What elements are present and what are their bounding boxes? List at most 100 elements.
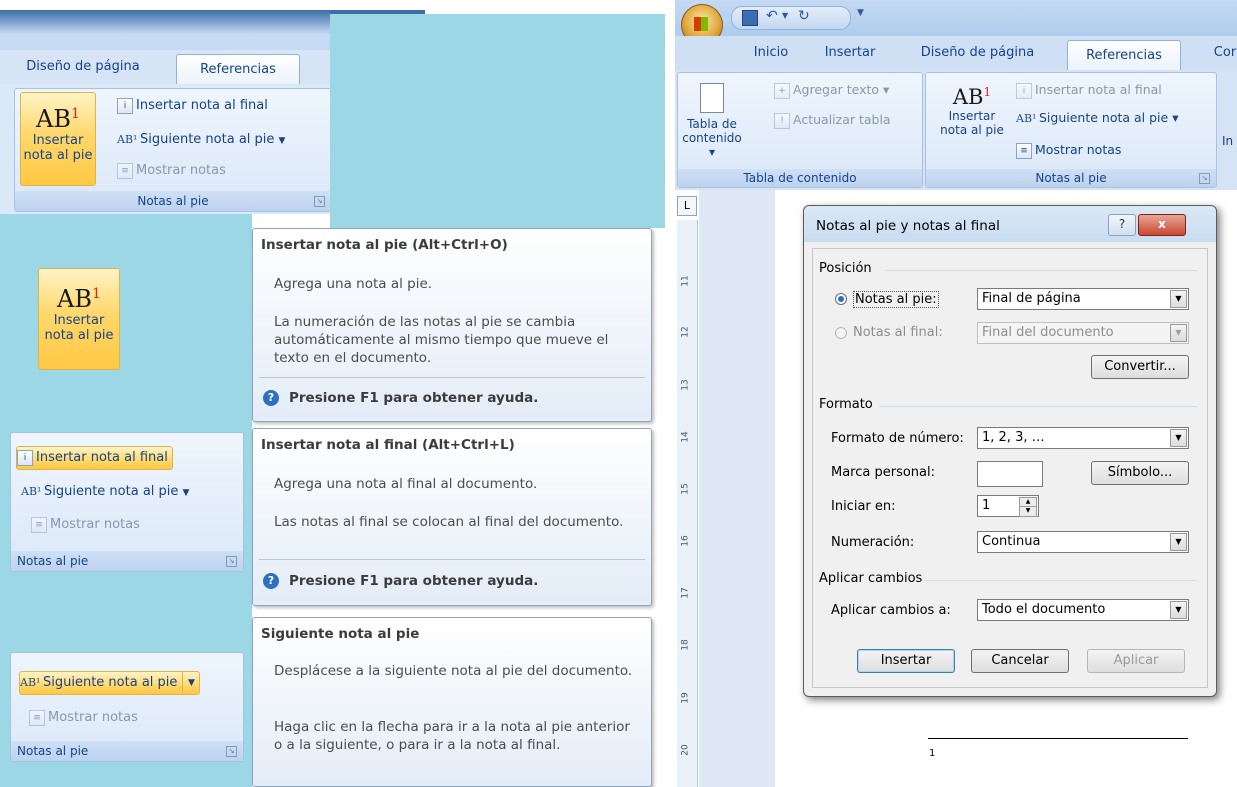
tab-references[interactable]: Referencias [1067, 40, 1181, 72]
show-notes-button[interactable]: ≡ Mostrar notas [29, 707, 138, 729]
help-button[interactable]: ? [1108, 214, 1136, 236]
section-divider [885, 270, 1197, 271]
symbol-button[interactable]: Símbolo... [1091, 461, 1189, 485]
vertical-ruler[interactable]: 11 12 13 14 15 16 17 18 19 20 [677, 220, 698, 787]
tooltip-help: ? Presione F1 para obtener ayuda. [263, 573, 538, 589]
next-footnote-label: Siguiente nota al pie [43, 675, 178, 690]
tab-references[interactable]: Referencias [176, 54, 300, 86]
insert-footnote-button[interactable]: AB1 Insertar nota al pie [932, 77, 1012, 165]
update-table-button[interactable]: ! Actualizar tabla [774, 109, 891, 131]
ruler-number: 13 [680, 379, 691, 391]
save-icon[interactable] [742, 10, 758, 26]
chevron-down-icon[interactable]: ▼ [1170, 601, 1187, 619]
insert-endnote-button[interactable]: i Insertar nota al final [1016, 79, 1162, 101]
add-text-button[interactable]: + Agregar texto ▾ [774, 79, 889, 101]
next-footnote-button[interactable]: AB¹ Siguiente nota al pie ▼ [21, 481, 189, 503]
tab-home[interactable]: Inicio [741, 36, 801, 70]
group-label: Notas al pie [15, 191, 331, 211]
numbering-select[interactable]: Continua ▼ [977, 531, 1189, 553]
dialog-launcher-icon[interactable]: ↘ [226, 556, 237, 567]
chevron-down-icon[interactable]: ▼ [183, 488, 190, 498]
footnotes-label: Notas al pie: [853, 291, 939, 308]
toc-label-2: contenido ▾ [682, 131, 742, 159]
endnotes-radio[interactable] [835, 327, 847, 339]
chevron-down-icon[interactable]: ▼ [1170, 324, 1187, 342]
tooltip-help: ? Presione F1 para obtener ayuda. [263, 390, 538, 406]
next-footnote-button[interactable]: AB¹ Siguiente nota al pie ▼ [19, 671, 201, 695]
dialog-launcher-icon[interactable]: ↘ [226, 746, 237, 757]
tooltip-divider [259, 559, 645, 560]
footnotes-location-select[interactable]: Final de página ▼ [977, 288, 1189, 310]
show-notes-button[interactable]: ≡ Mostrar notas [1016, 139, 1121, 161]
chevron-down-icon[interactable]: ▼ [782, 11, 788, 20]
cancel-button[interactable]: Cancelar [971, 649, 1069, 673]
next-footnote-label: Siguiente nota al pie [140, 132, 275, 147]
left-tab-row: Diseño de página Referencias [0, 50, 330, 86]
show-notes-button[interactable]: ≡ Mostrar notas [31, 514, 140, 536]
undo-icon[interactable]: ↶ [766, 8, 778, 24]
apply-section-label: Aplicar cambios [819, 571, 923, 586]
left-collage: Diseño de página Referencias AB1 Inserta… [0, 0, 665, 787]
help-text: Presione F1 para obtener ayuda. [289, 390, 539, 406]
group-label: Tabla de contenido [678, 169, 922, 187]
close-button[interactable]: x [1138, 214, 1186, 236]
show-notes-icon: ≡ [117, 162, 133, 179]
custom-mark-input[interactable] [977, 461, 1043, 487]
redo-icon[interactable]: ↻ [798, 8, 810, 24]
dialog-launcher-icon[interactable]: ↘ [1199, 173, 1210, 184]
footnote-ab-icon: AB1 [57, 285, 101, 313]
apply-to-label: Aplicar cambios a: [831, 603, 951, 618]
customize-toolbar-icon[interactable]: ▼ [857, 8, 864, 18]
ruler-number: 12 [680, 326, 691, 338]
chevron-down-icon[interactable]: ▼ [1170, 290, 1187, 308]
update-table-icon: ! [774, 112, 790, 129]
endnote-icon: i [17, 449, 33, 466]
section-divider [879, 406, 1197, 407]
next-footnote-icon: AB¹ [21, 484, 42, 498]
insert-footnote-big-button[interactable]: AB1 Insertar nota al pie [20, 92, 96, 186]
toc-icon [700, 83, 724, 113]
insert-endnote-button[interactable]: i Insertar nota al final [117, 95, 268, 117]
insert-endnote-label: Insertar nota al final [136, 98, 268, 113]
start-at-spinner[interactable]: 1 ▲ ▼ [977, 495, 1039, 517]
show-notes-button[interactable]: ≡ Mostrar notas [117, 160, 226, 182]
endnotes-location-select[interactable]: Final del documento ▼ [977, 322, 1189, 344]
tooltip-paragraph: Las notas al final se colocan al final d… [274, 514, 624, 530]
chevron-down-icon[interactable]: ▼ [1170, 429, 1187, 447]
big-button-2-label-2: nota al pie [44, 328, 114, 343]
tab-insert[interactable]: Insertar [815, 36, 885, 70]
convert-button[interactable]: Convertir... [1091, 355, 1189, 379]
footnotes-radio[interactable] [835, 293, 847, 305]
spinner-down-icon[interactable]: ▼ [1019, 506, 1037, 517]
ruler-number: 11 [680, 275, 691, 287]
endnote-icon: i [117, 97, 133, 114]
group-label: Notas al pie [926, 169, 1216, 187]
insert-button[interactable]: Insertar [857, 649, 955, 673]
next-footnote-button[interactable]: AB¹ Siguiente nota al pie ▾ [1016, 107, 1178, 129]
endnote-icon: i [1016, 82, 1032, 99]
tooltip-title: Siguiente nota al pie [261, 626, 420, 642]
next-footnote-label: Siguiente nota al pie [1039, 110, 1169, 125]
show-notes-label: Mostrar notas [50, 517, 140, 532]
tab-cor[interactable]: Cor [1205, 36, 1237, 70]
start-at-label: Iniciar en: [831, 499, 896, 514]
spinner-value: 1 [982, 498, 991, 513]
dialog-launcher-icon[interactable]: ↘ [314, 196, 325, 207]
chevron-down-icon[interactable]: ▼ [1170, 533, 1187, 551]
toc-button[interactable]: Tabla de contenido ▾ [682, 77, 742, 165]
next-footnote-icon: AB¹ [1016, 111, 1037, 125]
tab-page-design[interactable]: Diseño de página [8, 50, 158, 84]
apply-button[interactable]: Aplicar [1087, 649, 1185, 673]
left-tabbar [0, 10, 330, 51]
chevron-down-icon[interactable]: ▼ [182, 672, 199, 692]
tab-page-design[interactable]: Diseño de página [915, 36, 1040, 70]
tooltip-insert-endnote: Insertar nota al final (Alt+Ctrl+L) Agre… [252, 428, 652, 606]
number-format-select[interactable]: 1, 2, 3, … ▼ [977, 427, 1189, 449]
ruler-corner-button[interactable]: L [677, 196, 697, 216]
insert-endnote-button[interactable]: i Insertar nota al final [16, 446, 173, 470]
group-label: Notas al pie [11, 741, 243, 761]
chevron-down-icon[interactable]: ▼ [279, 136, 286, 146]
next-footnote-button[interactable]: AB¹ Siguiente nota al pie ▼ [117, 129, 285, 151]
insert-footnote-big-button-2[interactable]: AB1 Insertar nota al pie [38, 268, 120, 370]
apply-to-select[interactable]: Todo el documento ▼ [977, 599, 1189, 621]
